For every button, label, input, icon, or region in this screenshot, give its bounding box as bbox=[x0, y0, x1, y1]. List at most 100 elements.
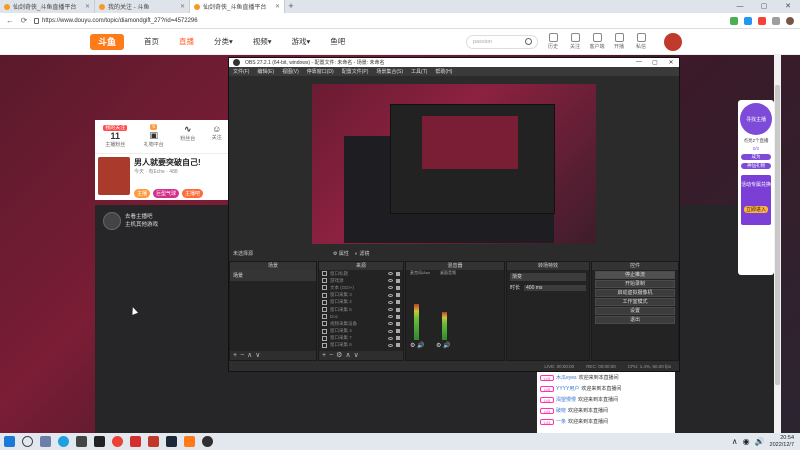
extension-icon[interactable] bbox=[744, 16, 752, 25]
tray-chevron-icon[interactable]: ∧ bbox=[732, 437, 738, 446]
properties-button[interactable]: ⚙ 属性 bbox=[333, 250, 349, 257]
lock-icon[interactable] bbox=[396, 307, 400, 312]
chat-username[interactable]: 渴望慢慢 bbox=[556, 396, 576, 403]
search-icon[interactable] bbox=[22, 436, 33, 447]
menu-scene-collection[interactable]: 场景集合(S) bbox=[376, 68, 403, 75]
new-tab-button[interactable]: + bbox=[285, 0, 297, 13]
event-button-2[interactable]: 神仙礼物 bbox=[741, 163, 771, 169]
close-tab-icon[interactable]: ✕ bbox=[275, 3, 280, 10]
eye-icon[interactable] bbox=[388, 343, 393, 347]
duration-input[interactable]: 400 ms bbox=[524, 284, 586, 291]
eye-icon[interactable] bbox=[388, 300, 393, 304]
recommend-item[interactable]: 去看主播吧 主机其他游戏 bbox=[103, 212, 158, 230]
url-field[interactable]: https://www.douyu.com/topic/diamondgift_… bbox=[34, 17, 454, 24]
app-icon[interactable] bbox=[94, 436, 105, 447]
menu-file[interactable]: 文件(F) bbox=[233, 68, 249, 75]
browser-tab-2[interactable]: 我的关注 - 斗鱼 ✕ bbox=[95, 0, 190, 13]
promo-button[interactable]: 立即进入 bbox=[744, 206, 768, 213]
lock-icon[interactable] bbox=[396, 336, 400, 341]
close-tab-icon[interactable]: ✕ bbox=[180, 3, 185, 10]
maximize-button[interactable]: ▢ bbox=[752, 0, 776, 13]
lock-icon[interactable] bbox=[396, 271, 400, 276]
nav-home[interactable]: 首页 bbox=[144, 36, 159, 47]
chat-username[interactable]: 木瓜eyes bbox=[556, 374, 577, 381]
start-recording-button[interactable]: 开始录制 bbox=[595, 280, 675, 288]
exit-button[interactable]: 退出 bbox=[595, 316, 675, 324]
filters-button[interactable]: ◐ 滤镜 bbox=[355, 250, 369, 257]
eye-icon[interactable] bbox=[388, 315, 393, 319]
source-item[interactable]: 窗口采集 6 bbox=[319, 342, 403, 349]
eye-icon[interactable] bbox=[388, 329, 393, 333]
room-tag[interactable]: 主播吧 bbox=[182, 189, 204, 198]
stat-gift[interactable]: 6 ▣ 礼物平台 bbox=[144, 124, 164, 153]
menu-view[interactable]: 视图(V) bbox=[282, 68, 299, 75]
app-icon[interactable] bbox=[130, 436, 141, 447]
page-scrollbar[interactable] bbox=[774, 55, 781, 433]
douyu-icon[interactable] bbox=[184, 436, 195, 447]
chat-username[interactable]: 一条 bbox=[556, 418, 566, 425]
scenes-toolbar[interactable]: +−∧∨ bbox=[230, 351, 316, 360]
streamer-thumbnail[interactable] bbox=[98, 157, 130, 195]
obs-maximize-button[interactable]: ▢ bbox=[647, 59, 663, 66]
virtual-camera-button[interactable]: 启动虚拟摄像机 bbox=[595, 289, 675, 297]
refresh-icon[interactable]: ⟳ bbox=[20, 16, 28, 25]
obs-titlebar[interactable]: OBS 27.2.1 (64-bit, windows) - 配置文件: 未命名… bbox=[229, 58, 679, 67]
search-input[interactable]: passion bbox=[466, 35, 538, 49]
promo-banner[interactable]: 活动专属兑换 立即进入 bbox=[741, 175, 771, 225]
broadcast-button[interactable]: 开播 bbox=[611, 33, 627, 50]
volume-icon[interactable]: 🔊 bbox=[755, 437, 765, 446]
source-item[interactable]: 窗口采集 2 bbox=[319, 299, 403, 306]
stat-fans[interactable]: 我的关注 11 主播粉丝 bbox=[103, 124, 128, 153]
mixer-ch1-controls[interactable]: ⚙ 🔊 bbox=[410, 342, 425, 349]
eye-icon[interactable] bbox=[388, 308, 393, 312]
lock-icon[interactable] bbox=[396, 300, 400, 305]
eye-icon[interactable] bbox=[388, 322, 393, 326]
sources-toolbar[interactable]: +−⚙∧∨ bbox=[319, 351, 403, 360]
event-badge[interactable]: 寻找主播 bbox=[740, 103, 772, 135]
lock-icon[interactable] bbox=[396, 314, 400, 319]
source-item[interactable]: 文本 (GDI+) bbox=[319, 284, 403, 291]
menu-profile[interactable]: 配置文件(P) bbox=[342, 68, 369, 75]
obs-close-button[interactable]: ✕ bbox=[663, 59, 679, 66]
lock-icon[interactable] bbox=[396, 285, 400, 290]
search-icon[interactable] bbox=[525, 38, 532, 45]
message-button[interactable]: 私信 bbox=[633, 33, 649, 50]
network-icon[interactable]: ◉ bbox=[743, 437, 750, 446]
extension-icon[interactable] bbox=[772, 16, 780, 25]
start-icon[interactable] bbox=[4, 436, 15, 447]
lock-icon[interactable] bbox=[396, 321, 400, 326]
streamer-card[interactable]: 男人就要突破自己! 今天 · 有Eche · 488 主播 巨型气球 主播吧 bbox=[95, 154, 230, 201]
chat-username[interactable]: YYYY用户 bbox=[556, 385, 579, 392]
mixer-ch2-controls[interactable]: ⚙ 🔊 bbox=[436, 342, 451, 349]
source-item[interactable]: 游戏源 bbox=[319, 277, 403, 284]
extension-icon[interactable] bbox=[758, 16, 766, 25]
lock-icon[interactable] bbox=[396, 278, 400, 283]
room-tag[interactable]: 主播 bbox=[134, 189, 151, 198]
app-icon[interactable] bbox=[148, 436, 159, 447]
studio-mode-button[interactable]: 工作室模式 bbox=[595, 298, 675, 306]
steam-icon[interactable] bbox=[166, 436, 177, 447]
eye-icon[interactable] bbox=[388, 286, 393, 290]
source-item[interactable]: Doc bbox=[319, 313, 403, 320]
task-view-icon[interactable] bbox=[40, 436, 51, 447]
transition-select[interactable]: 渐变 bbox=[510, 273, 586, 281]
stat-fansclub[interactable]: ∿ 粉丝台 bbox=[180, 124, 195, 153]
nav-category[interactable]: 分类▾ bbox=[214, 36, 233, 47]
lock-icon[interactable] bbox=[396, 343, 400, 348]
nav-video[interactable]: 视频▾ bbox=[253, 36, 272, 47]
browser-tab-3[interactable]: 仙剑奇侠_斗鱼直播平台 ✕ bbox=[190, 0, 285, 13]
scene-item[interactable]: 场景 bbox=[230, 270, 316, 281]
extension-icon[interactable] bbox=[730, 16, 738, 25]
source-item[interactable]: 窗口采集 3 bbox=[319, 292, 403, 299]
obs-preview[interactable] bbox=[312, 84, 596, 244]
profile-icon[interactable] bbox=[786, 16, 794, 25]
source-item[interactable]: 窗口标题 bbox=[319, 270, 403, 277]
chat-username[interactable]: 破晓 bbox=[556, 407, 566, 414]
follow-button[interactable]: 关注 bbox=[567, 33, 583, 50]
browser-tab-1[interactable]: 仙剑奇侠_斗鱼直播平台 ✕ bbox=[0, 0, 95, 13]
stat-follow[interactable]: ☺ 关注 bbox=[212, 124, 222, 153]
scrollbar-thumb[interactable] bbox=[775, 85, 780, 385]
source-item[interactable]: 窗口采集 4 bbox=[319, 328, 403, 335]
menu-help[interactable]: 帮助(H) bbox=[435, 68, 452, 75]
app-icon[interactable] bbox=[76, 436, 87, 447]
